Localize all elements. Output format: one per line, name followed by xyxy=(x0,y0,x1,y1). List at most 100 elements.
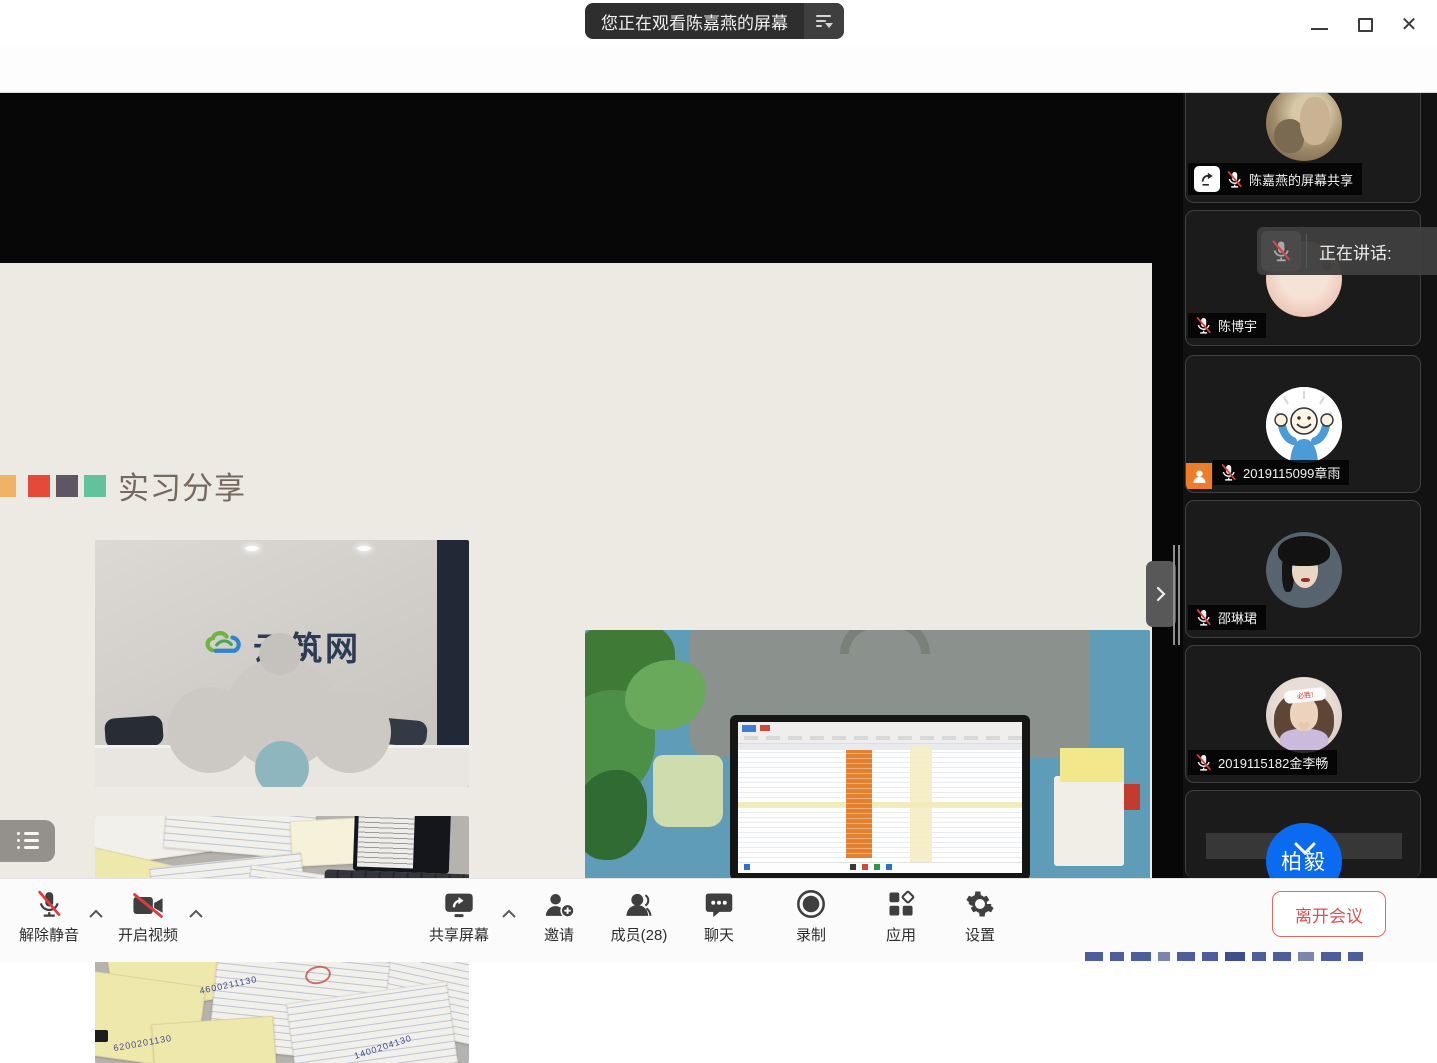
panel-collapse-handle[interactable] xyxy=(1146,561,1176,627)
now-speaking-label: 正在讲话: xyxy=(1307,239,1392,264)
members-icon xyxy=(623,887,655,919)
avatar: 必胜! xyxy=(1266,677,1342,753)
avatar-cartoon xyxy=(1266,387,1342,463)
avatar-detail xyxy=(1300,97,1330,145)
start-video-button[interactable]: 开启视频 xyxy=(108,887,188,945)
participant-label: 陈博宇 xyxy=(1188,313,1266,338)
avatar xyxy=(1266,532,1342,608)
title-bar: 您正在观看陈嘉燕的屏幕 ✕ xyxy=(0,0,1437,47)
participant-name: 2019115182金李畅 xyxy=(1218,753,1328,772)
white-box xyxy=(1054,776,1124,866)
minimize-button[interactable] xyxy=(1306,12,1332,38)
record-icon xyxy=(796,887,826,919)
list-icon xyxy=(17,832,39,850)
taskbar-icon xyxy=(850,864,856,870)
participant-label: 2019115182金李畅 xyxy=(1188,750,1337,775)
mic-muted-icon xyxy=(1225,170,1244,189)
settings-button[interactable]: 设置 xyxy=(948,887,1012,945)
close-icon: ✕ xyxy=(1401,15,1418,35)
watching-screen-text: 您正在观看陈嘉燕的屏幕 xyxy=(585,3,804,39)
participant-name: 邵琳珺 xyxy=(1218,608,1257,627)
mic-muted-icon xyxy=(1194,608,1213,627)
participants-panel: 陈嘉燕的屏幕共享 陈博宇 xyxy=(1183,93,1437,878)
invite-person-icon xyxy=(543,887,575,919)
chevron-right-icon xyxy=(1154,584,1168,604)
yellow-sticky-stack xyxy=(1060,748,1124,782)
document-on-screen xyxy=(357,816,415,868)
sticky-note-box xyxy=(1054,748,1132,866)
mic-muted-icon xyxy=(1261,231,1301,271)
accent-square-red xyxy=(28,475,50,497)
photo-office-reception: 云筑网 xyxy=(95,540,469,787)
clipped-text-fragment xyxy=(1298,952,1314,961)
mic-muted-icon xyxy=(1194,753,1213,772)
highlighted-column-orange xyxy=(846,750,872,858)
participant-tile[interactable]: 必胜! 2019115182金李畅 xyxy=(1185,645,1421,783)
participant-tile[interactable]: 柏毅 柏毅 xyxy=(1185,790,1421,878)
mic-muted-icon xyxy=(34,887,64,919)
cloud-part xyxy=(309,691,391,773)
bag-handle xyxy=(840,630,930,654)
participant-name: 陈嘉燕的屏幕共享 xyxy=(1249,170,1353,189)
avatar-detail xyxy=(1278,536,1330,566)
windows-taskbar xyxy=(738,862,1022,873)
participant-name: 陈博宇 xyxy=(1218,316,1257,335)
maximize-icon xyxy=(1358,18,1373,32)
highlighted-row xyxy=(738,802,1022,807)
video-options-caret[interactable] xyxy=(188,906,204,924)
clipped-text-fragment xyxy=(1348,952,1363,961)
maximize-button[interactable] xyxy=(1352,12,1378,38)
mic-muted-icon xyxy=(1219,463,1238,482)
apps-button[interactable]: 应用 xyxy=(869,887,933,945)
leave-meeting-button[interactable]: 离开会议 xyxy=(1272,891,1386,937)
mic-muted-icon xyxy=(1194,316,1213,335)
participant-tile-screenshare[interactable]: 陈嘉燕的屏幕共享 xyxy=(1185,93,1421,203)
now-speaking-tooltip: 正在讲话: xyxy=(1257,227,1437,275)
chair xyxy=(104,715,164,749)
scroll-more-button[interactable] xyxy=(1291,841,1319,862)
clipped-text-fragment xyxy=(1177,952,1195,961)
invite-button[interactable]: 邀请 xyxy=(527,887,591,945)
chevron-down-icon xyxy=(1291,841,1319,857)
clipped-text-fragment xyxy=(1110,952,1124,961)
banner-menu-button[interactable] xyxy=(804,3,844,39)
panel-resize-handle[interactable] xyxy=(1173,545,1181,645)
screen-share-icon xyxy=(1194,166,1220,192)
close-button[interactable]: ✕ xyxy=(1396,12,1422,38)
app-tab xyxy=(742,725,756,732)
laptop-screen xyxy=(353,816,451,874)
chat-button[interactable]: 聊天 xyxy=(687,887,751,945)
taskbar-icon xyxy=(744,864,750,870)
participant-tile[interactable]: 邵琳珺 xyxy=(1185,500,1421,638)
unmute-button[interactable]: 解除静音 xyxy=(10,887,88,945)
taskbar-icon xyxy=(862,864,868,870)
members-button[interactable]: 成员(28) xyxy=(595,887,683,945)
share-screen-button[interactable]: 共享屏幕 xyxy=(419,887,499,945)
shared-slide: 实习分享 云筑网 xyxy=(0,263,1152,920)
watching-screen-banner[interactable]: 您正在观看陈嘉燕的屏幕 xyxy=(585,3,844,39)
record-button[interactable]: 录制 xyxy=(779,887,843,945)
taskbar-icon xyxy=(874,864,880,870)
spreadsheet-screen xyxy=(738,722,1022,873)
clipped-text-fragment xyxy=(1202,952,1218,961)
clipped-text-fragment xyxy=(1158,952,1170,961)
clipped-text-fragment xyxy=(1321,952,1341,961)
clipped-text-fragment xyxy=(1273,952,1291,961)
plant-leaves xyxy=(585,770,647,860)
meeting-window: 您正在观看陈嘉燕的屏幕 ✕ i 07:46 演讲者视图 xyxy=(0,0,1437,962)
share-screen-icon xyxy=(443,887,475,919)
slide-outline-toggle[interactable] xyxy=(0,820,55,862)
gear-icon xyxy=(965,887,995,919)
screen-share-stage: 实习分享 云筑网 xyxy=(0,93,1183,878)
ceiling-light xyxy=(357,546,371,551)
accent-square-dark xyxy=(56,475,78,497)
status-bar: i 07:46 演讲者视图 xyxy=(0,47,1437,93)
share-options-caret[interactable] xyxy=(501,906,517,924)
spreadsheet-ribbon xyxy=(738,722,1022,744)
participant-tile[interactable]: 2019115099章雨 xyxy=(1185,355,1421,493)
clipped-text-fragment xyxy=(1252,952,1266,961)
mic-options-caret[interactable] xyxy=(88,906,104,924)
cloud-part xyxy=(259,633,301,675)
clipped-text-fragment xyxy=(1085,952,1103,961)
camera-off-icon xyxy=(131,887,165,919)
